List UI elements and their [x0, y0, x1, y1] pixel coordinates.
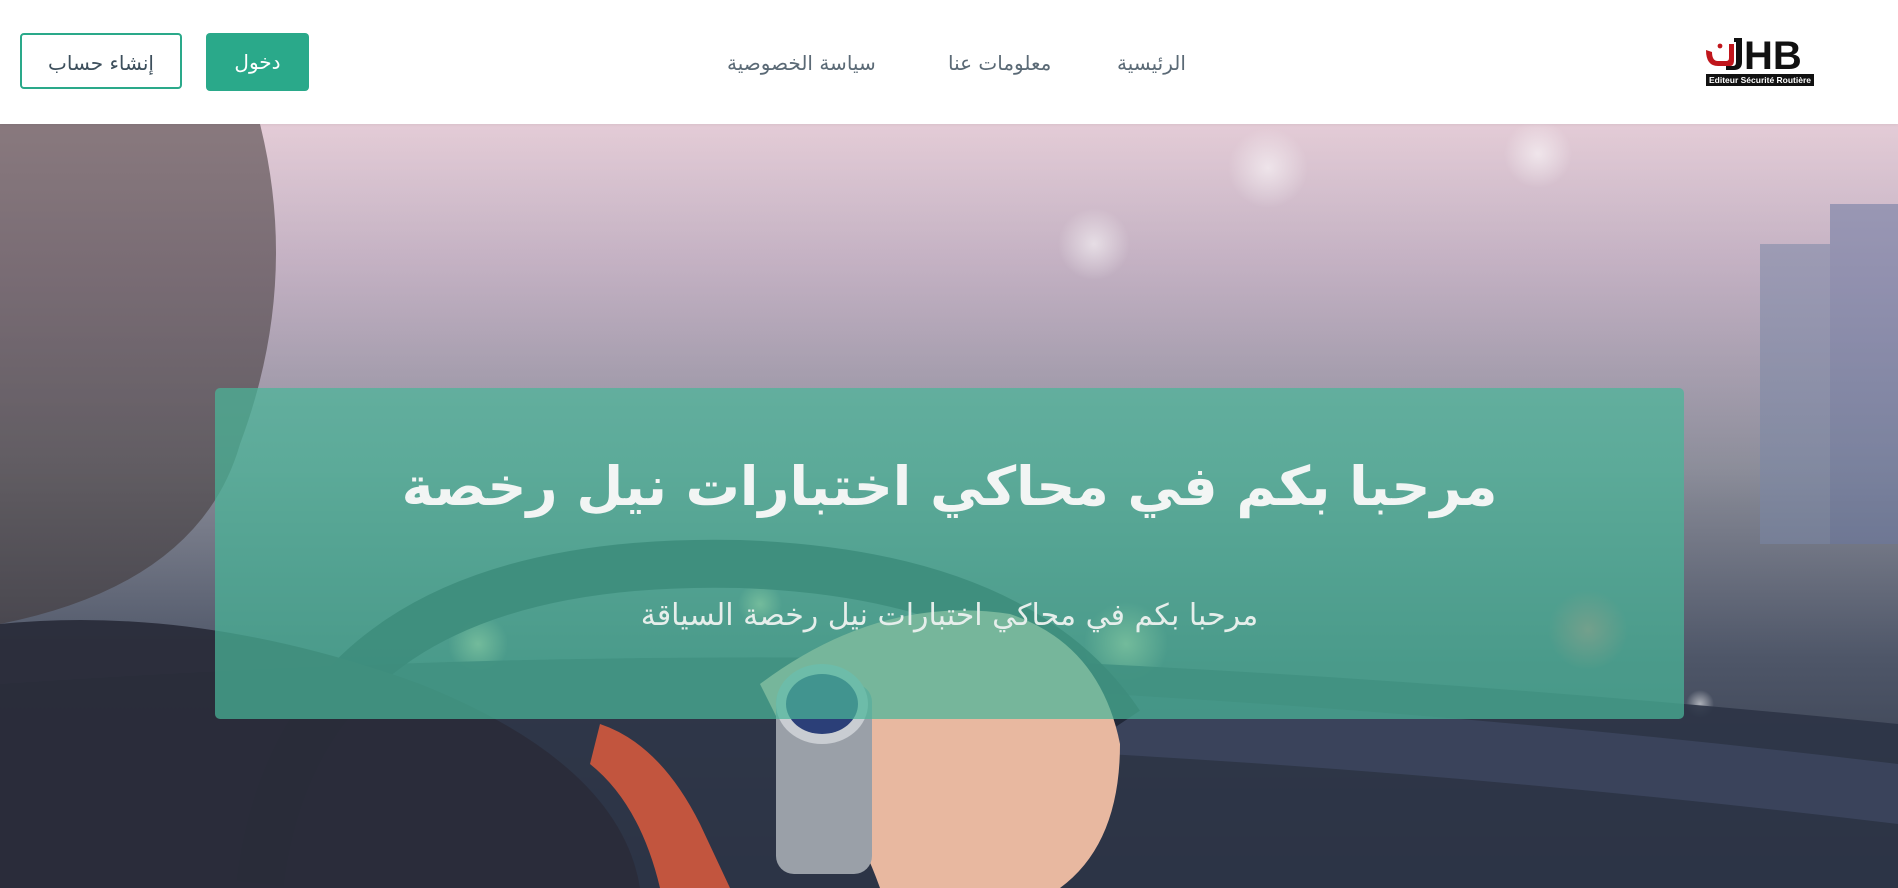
nav-link-about[interactable]: معلومات عنا	[948, 49, 1051, 77]
nav-link-home[interactable]: الرئيسية	[1117, 49, 1186, 77]
site-logo[interactable]: HB Editeur Sécurité Routière	[1704, 36, 1816, 88]
welcome-panel: مرحبا بكم في محاكي اختبارات نيل رخصة مرح…	[215, 388, 1684, 719]
nav-link-privacy[interactable]: سياسة الخصوصية	[727, 49, 876, 77]
welcome-subtitle: مرحبا بكم في محاكي اختبارات نيل رخصة الس…	[640, 598, 1259, 633]
welcome-title: مرحبا بكم في محاكي اختبارات نيل رخصة	[401, 455, 1498, 518]
logo-caption: Editeur Sécurité Routière	[1706, 74, 1814, 86]
top-navbar: إنشاء حساب دخول سياسة الخصوصية معلومات ع…	[0, 0, 1898, 124]
hero-section: مرحبا بكم في محاكي اختبارات نيل رخصة مرح…	[0, 124, 1898, 888]
svg-text:HB: HB	[1744, 36, 1802, 72]
main-nav: سياسة الخصوصية معلومات عنا الرئيسية	[0, 49, 1898, 77]
logo-letters: HB	[1744, 36, 1802, 72]
